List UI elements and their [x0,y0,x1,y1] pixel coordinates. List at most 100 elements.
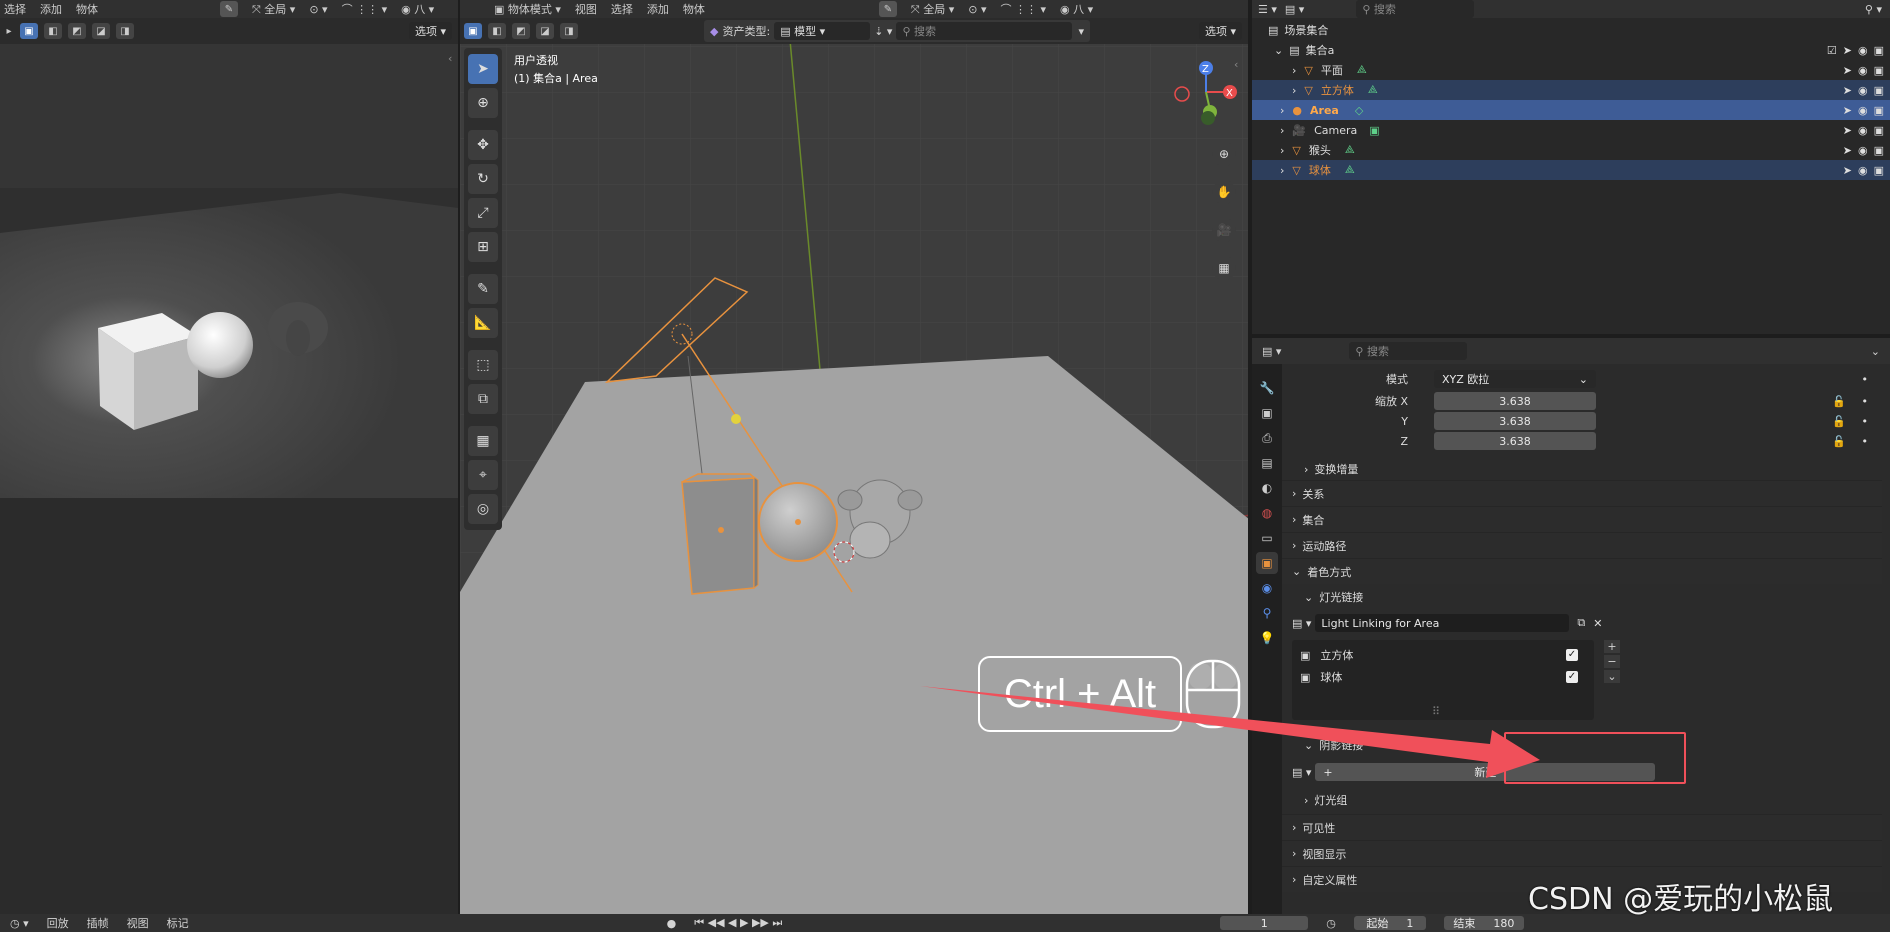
select-box-icon[interactable]: ▣ [20,23,38,39]
timeline-type-icon[interactable]: ◷ ▾ [10,917,29,930]
rotate-tool-icon[interactable]: ↻ [468,164,498,194]
collections-panel[interactable]: › 集合 [1282,506,1882,532]
start-frame-field[interactable]: 起始 1 [1353,916,1426,930]
include-checkbox[interactable]: ✓ [1566,671,1578,683]
play-icon[interactable]: ▸ [4,23,14,39]
select-arrow-icon[interactable]: ➤ [1843,164,1852,177]
select-arrow-icon[interactable]: ➤ [1843,44,1852,57]
outliner-item[interactable]: › ▽ 立方体 ⟁ ➤ ◉ ▣ [1252,80,1890,100]
expand-arrow-icon[interactable]: › [1280,164,1284,177]
outliner-item[interactable]: › 🎥 Camera ▣ ➤ ◉ ▣ [1252,120,1890,140]
pan-hand-icon[interactable]: ✋ [1212,180,1236,204]
checkbox-icon[interactable]: ☑ [1827,44,1837,57]
visibility-panel[interactable]: › 可见性 [1282,814,1882,840]
select-arrow-icon[interactable]: ➤ [1843,124,1852,137]
include-checkbox[interactable]: ✓ [1566,649,1578,661]
lock-icon[interactable]: 🔓 [1832,395,1846,408]
camera-icon[interactable]: ▣ [1874,84,1884,97]
annotate-tool-icon[interactable]: ✎ [468,274,498,304]
eye-icon[interactable]: ◉ [1858,104,1868,117]
select-subtract-icon[interactable]: ◩ [512,23,530,39]
pivot-icon[interactable]: ⊙ ▾ [309,3,327,16]
select-intersect-icon[interactable]: ◨ [560,23,578,39]
render-tab-icon[interactable]: ▣ [1256,402,1278,424]
filter-icon[interactable]: ⚲ ▾ [1865,3,1882,16]
select-subtract-icon[interactable]: ◩ [68,23,86,39]
menu-view[interactable]: 视图 [575,1,597,17]
select-arrow-icon[interactable]: ➤ [1843,84,1852,97]
delta-transform-subpanel[interactable]: › 变换增量 [1282,458,1882,480]
select-arrow-icon[interactable]: ➤ [1843,64,1852,77]
menu-object[interactable]: 物体 [683,1,705,17]
tool-tab-icon[interactable]: 🔧 [1256,377,1278,399]
scale-x-field[interactable]: 3.638 [1434,392,1596,410]
collapse-arrow-icon[interactable]: ‹ [448,52,452,65]
expand-arrow-icon[interactable]: › [1292,84,1296,97]
camera-icon[interactable]: ▣ [1874,64,1884,77]
menu-view[interactable]: 视图 [127,915,149,931]
keyframe-dot-icon[interactable]: • [1862,373,1869,386]
duplicate-icon[interactable]: ⧉ [1577,616,1585,630]
ortho-grid-icon[interactable]: ▦ [1212,256,1236,280]
record-icon[interactable]: ● [667,917,677,930]
transform-tool-icon[interactable]: ⊞ [468,232,498,262]
add-cube-tool-icon[interactable]: ⬚ [468,350,498,380]
expand-arrow-icon[interactable]: ⌄ [1274,44,1283,57]
asset-type-dropdown[interactable]: ▤ 模型 ▾ [774,22,871,40]
end-frame-field[interactable]: 结束 180 [1443,916,1524,930]
constraints-tab-icon[interactable]: ⚲ [1256,602,1278,624]
unlink-icon[interactable]: ✕ [1593,617,1602,630]
options-dropdown[interactable]: 选项 ▾ [1198,22,1242,40]
eyedropper-icon[interactable]: ✎ [878,1,897,17]
scale-tool-icon[interactable]: ⤢ [468,198,498,228]
measure-tool-icon[interactable]: 📐 [468,308,498,338]
zoom-icon[interactable]: ⊕ [1212,142,1236,166]
clock-icon[interactable]: ◷ [1326,917,1336,930]
object-tab-icon[interactable]: ▣ [1256,552,1278,574]
view-layer-tab-icon[interactable]: ▤ [1256,452,1278,474]
snap-icon[interactable]: ⌒ ⋮⋮ ▾ [342,1,388,17]
eye-icon[interactable]: ◉ [1858,124,1868,137]
outliner-item[interactable]: › ▽ 猴头 ⟁ ➤ ◉ ▣ [1252,140,1890,160]
proportional-edit-icon[interactable]: ◉ 八 ▾ [1060,1,1093,17]
asset-search-input[interactable]: ⚲ 搜索 [896,22,1073,40]
select-box-icon[interactable]: ▣ [464,23,482,39]
expand-arrow-icon[interactable]: › [1280,104,1284,117]
menu-select[interactable]: 选择 [4,1,26,17]
list-item[interactable]: ▣ 立方体 ✓ [1300,644,1586,666]
display-mode-icon[interactable]: ▤ ▾ [1285,3,1304,16]
camera-icon[interactable]: ▣ [1874,144,1884,157]
probe-tool-icon[interactable]: ◎ [468,494,498,524]
options-dropdown[interactable]: 选项 ▾ [408,22,452,40]
move-tool-icon[interactable]: ✥ [468,130,498,160]
rotation-mode-dropdown[interactable]: XYZ 欧拉 ⌄ [1434,370,1596,388]
properties-options-icon[interactable]: ⌄ [1871,345,1880,358]
light-group-subpanel[interactable]: › 灯光组 [1282,786,1882,814]
keyframe-dot-icon[interactable]: • [1862,435,1869,448]
shading-panel[interactable]: ⌄ 着色方式 [1282,558,1882,584]
camera-frame-tool-icon[interactable]: ▦ [468,426,498,456]
playback-controls[interactable]: ⏮ ◀◀ ◀ ▶ ▶▶ ⏭ [694,916,782,930]
filter-icon[interactable]: ⇣ ▾ [874,25,892,38]
transform-orientation[interactable]: ⤧ 全局 ▾ [252,1,295,17]
properties-type-icon[interactable]: ▤ ▾ [1262,345,1281,358]
select-tool-icon[interactable]: ➤ [468,54,498,84]
viewport-display-panel[interactable]: › 视图显示 [1282,840,1882,866]
camera-icon[interactable]: ▣ [1874,44,1884,57]
expand-arrow-icon[interactable]: › [1280,144,1284,157]
snap-icon[interactable]: ⌒ ⋮⋮ ▾ [1001,1,1047,17]
properties-search-input[interactable]: ⚲ 搜索 [1349,342,1468,360]
collection-tab-icon[interactable]: ▭ [1256,527,1278,549]
eye-icon[interactable]: ◉ [1858,44,1868,57]
menu-add[interactable]: 添加 [647,1,669,17]
remove-icon[interactable]: − [1604,655,1620,668]
add-icon[interactable]: + [1604,640,1620,653]
physics-tab-icon[interactable]: ◉ [1256,577,1278,599]
proportional-edit-icon[interactable]: ◉ 八 ▾ [401,1,434,17]
outliner-item[interactable]: › ▽ 球体 ⟁ ➤ ◉ ▣ [1252,160,1890,180]
expand-arrow-icon[interactable]: › [1292,64,1296,77]
transform-orientation[interactable]: ⤧ 全局 ▾ [911,1,954,17]
select-extend-icon[interactable]: ◧ [44,23,62,39]
select-arrow-icon[interactable]: ➤ [1843,144,1852,157]
select-intersect-icon[interactable]: ◨ [116,23,134,39]
